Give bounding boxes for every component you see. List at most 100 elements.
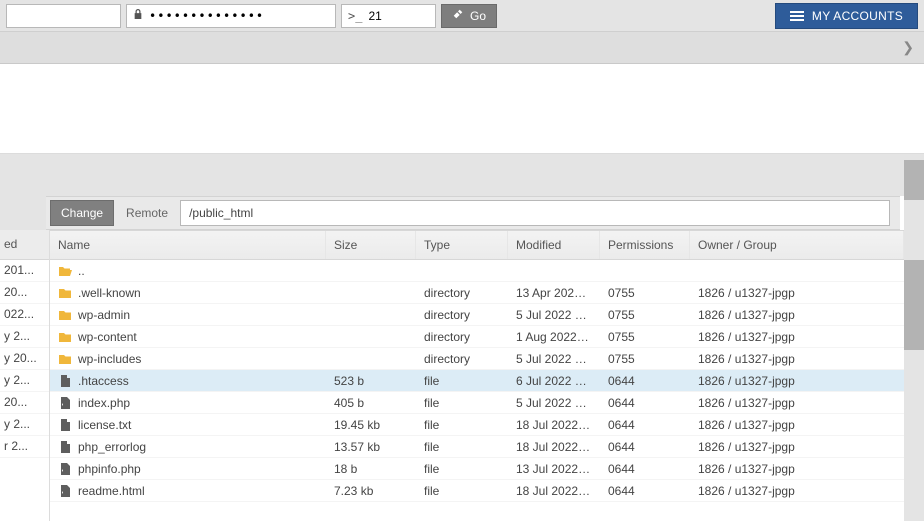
file-name: php_errorlog: [78, 440, 146, 454]
log-area: [0, 64, 924, 154]
password-input[interactable]: [149, 5, 329, 27]
list-item[interactable]: 022...: [0, 304, 49, 326]
cell-permissions: 0644: [600, 393, 690, 413]
my-accounts-label: MY ACCOUNTS: [812, 9, 903, 23]
cell-modified: 5 Jul 2022 22:...: [508, 305, 600, 325]
list-item[interactable]: 20...: [0, 392, 49, 414]
cell-size: [326, 268, 416, 274]
cell-type: file: [416, 437, 508, 457]
file-icon: [58, 440, 72, 454]
port-field-group: >_: [341, 4, 436, 28]
cell-owner: 1826 / u1327-jpgp: [690, 327, 904, 347]
my-accounts-button[interactable]: MY ACCOUNTS: [775, 3, 918, 29]
change-button[interactable]: Change: [50, 200, 114, 226]
cell-modified: [508, 268, 600, 274]
cell-modified: 5 Jul 2022 22:...: [508, 349, 600, 369]
table-row[interactable]: readme.html 7.23 kb file 18 Jul 2022 2..…: [50, 480, 904, 502]
folder-open-icon: [58, 264, 72, 278]
path-bar: Change Remote: [46, 196, 900, 230]
file-name: index.php: [78, 396, 130, 410]
cell-size: 19.45 kb: [326, 415, 416, 435]
cell-type: directory: [416, 283, 508, 303]
list-item[interactable]: y 20...: [0, 348, 49, 370]
remote-path-input[interactable]: [180, 200, 890, 226]
cell-permissions: 0755: [600, 327, 690, 347]
cell-name: .htaccess: [50, 371, 326, 391]
list-item[interactable]: 201...: [0, 260, 49, 282]
terminal-icon: >_: [348, 9, 362, 23]
cell-permissions: 0644: [600, 415, 690, 435]
file-name: phpinfo.php: [78, 462, 141, 476]
cell-owner: [690, 268, 904, 274]
table-row[interactable]: wp-content directory 1 Aug 2022 1... 075…: [50, 326, 904, 348]
table-row[interactable]: .htaccess 523 b file 6 Jul 2022 16:... 0…: [50, 370, 904, 392]
cell-owner: 1826 / u1327-jpgp: [690, 481, 904, 501]
file-name: readme.html: [78, 484, 145, 498]
file-name: license.txt: [78, 418, 131, 432]
file-name: ..: [78, 264, 85, 278]
cell-size: 405 b: [326, 393, 416, 413]
list-item[interactable]: y 2...: [0, 414, 49, 436]
remote-pane: Change Remote Name Size Type Modified Pe…: [50, 196, 904, 521]
file-code-icon: [58, 396, 72, 410]
file-icon: [58, 374, 72, 388]
cell-owner: 1826 / u1327-jpgp: [690, 371, 904, 391]
folder-icon: [58, 308, 72, 322]
table-row[interactable]: .well-known directory 13 Apr 2022 ... 07…: [50, 282, 904, 304]
cell-name: readme.html: [50, 481, 326, 501]
cell-permissions: [600, 268, 690, 274]
cell-type: directory: [416, 349, 508, 369]
list-item[interactable]: y 2...: [0, 370, 49, 392]
file-name: wp-includes: [78, 352, 141, 366]
cell-permissions: 0755: [600, 283, 690, 303]
cell-size: [326, 290, 416, 296]
cell-modified: 5 Jul 2022 22:...: [508, 393, 600, 413]
cell-type: file: [416, 459, 508, 479]
cell-type: directory: [416, 305, 508, 325]
cell-owner: 1826 / u1327-jpgp: [690, 415, 904, 435]
scrollbar-thumb[interactable]: [904, 260, 924, 350]
connect-label: Go: [470, 9, 486, 23]
cell-size: 7.23 kb: [326, 481, 416, 501]
table-row[interactable]: wp-includes directory 5 Jul 2022 22:... …: [50, 348, 904, 370]
table-row[interactable]: phpinfo.php 18 b file 13 Jul 2022 1... 0…: [50, 458, 904, 480]
cell-type: file: [416, 371, 508, 391]
cell-permissions: 0644: [600, 459, 690, 479]
col-modified[interactable]: Modified: [508, 231, 600, 259]
col-type[interactable]: Type: [416, 231, 508, 259]
table-row[interactable]: wp-admin directory 5 Jul 2022 22:... 075…: [50, 304, 904, 326]
cell-name: wp-includes: [50, 349, 326, 369]
col-owner[interactable]: Owner / Group: [690, 231, 904, 259]
port-input[interactable]: [368, 5, 429, 27]
col-permissions[interactable]: Permissions: [600, 231, 690, 259]
cell-modified: 18 Jul 2022 1...: [508, 437, 600, 457]
table-row[interactable]: index.php 405 b file 5 Jul 2022 22:... 0…: [50, 392, 904, 414]
scrollbar-thumb[interactable]: [904, 160, 924, 200]
table-row[interactable]: license.txt 19.45 kb file 18 Jul 2022 2.…: [50, 414, 904, 436]
col-name[interactable]: Name: [50, 231, 326, 259]
list-item[interactable]: 20...: [0, 282, 49, 304]
table-row[interactable]: ..: [50, 260, 904, 282]
local-pane-partial: ed 201... 20...022...y 2...y 20...y 2...…: [0, 230, 50, 521]
table-row[interactable]: php_errorlog 13.57 kb file 18 Jul 2022 1…: [50, 436, 904, 458]
cell-modified: 6 Jul 2022 16:...: [508, 371, 600, 391]
folder-icon: [58, 330, 72, 344]
folder-icon: [58, 286, 72, 300]
chevron-right-icon[interactable]: ❯: [902, 39, 914, 56]
cell-modified: 1 Aug 2022 1...: [508, 327, 600, 347]
file-code-icon: [58, 462, 72, 476]
list-item[interactable]: r 2...: [0, 436, 49, 458]
host-input[interactable]: [13, 5, 114, 27]
lock-icon: [133, 8, 143, 23]
cell-name: license.txt: [50, 415, 326, 435]
cell-size: [326, 334, 416, 340]
cell-name: index.php: [50, 393, 326, 413]
col-size[interactable]: Size: [326, 231, 416, 259]
cell-modified: 18 Jul 2022 2...: [508, 415, 600, 435]
cell-owner: 1826 / u1327-jpgp: [690, 283, 904, 303]
list-item[interactable]: y 2...: [0, 326, 49, 348]
cell-owner: 1826 / u1327-jpgp: [690, 349, 904, 369]
connect-button[interactable]: Go: [441, 4, 497, 28]
local-column-header[interactable]: ed: [0, 230, 49, 260]
password-field-group: [126, 4, 336, 28]
